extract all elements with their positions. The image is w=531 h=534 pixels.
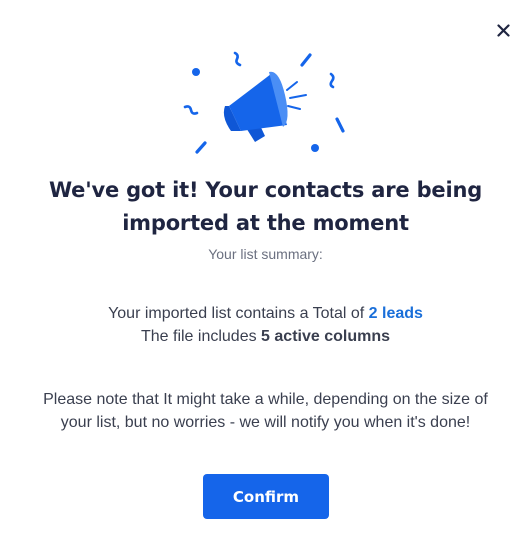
confetti-dash (335, 117, 345, 133)
sound-line (289, 94, 307, 99)
processing-note: Please note that It might take a while, … (43, 391, 488, 431)
leads-count: 2 leads (368, 305, 423, 322)
confetti-dash (300, 53, 312, 67)
active-columns-line: The file includes 5 active columns (0, 325, 531, 348)
import-confirmation-dialog: We've got it! Your contacts are being im… (0, 0, 531, 534)
list-summary-label: Your list summary: (208, 246, 323, 262)
close-icon (496, 23, 510, 37)
columns-count: 5 active columns (261, 328, 390, 345)
total-leads-line: Your imported list contains a Total of 2… (0, 302, 531, 325)
megaphone-icon (183, 51, 345, 154)
confetti-squiggle (183, 105, 199, 115)
total-leads-text: Your imported list contains a Total of (108, 305, 369, 322)
dialog-title: We've got it! Your contacts are being im… (48, 178, 483, 235)
confetti-dot (192, 68, 200, 76)
import-summary: Your imported list contains a Total of 2… (0, 302, 531, 348)
sound-line (286, 81, 298, 91)
confirm-button[interactable]: Confirm (203, 474, 329, 519)
close-button[interactable] (493, 20, 513, 40)
confetti-dash (195, 141, 207, 154)
confetti-squiggle (233, 51, 242, 67)
confetti-dot (311, 144, 319, 152)
active-columns-text: The file includes (140, 328, 262, 345)
confetti-squiggle (329, 72, 335, 89)
sound-line (287, 105, 301, 110)
